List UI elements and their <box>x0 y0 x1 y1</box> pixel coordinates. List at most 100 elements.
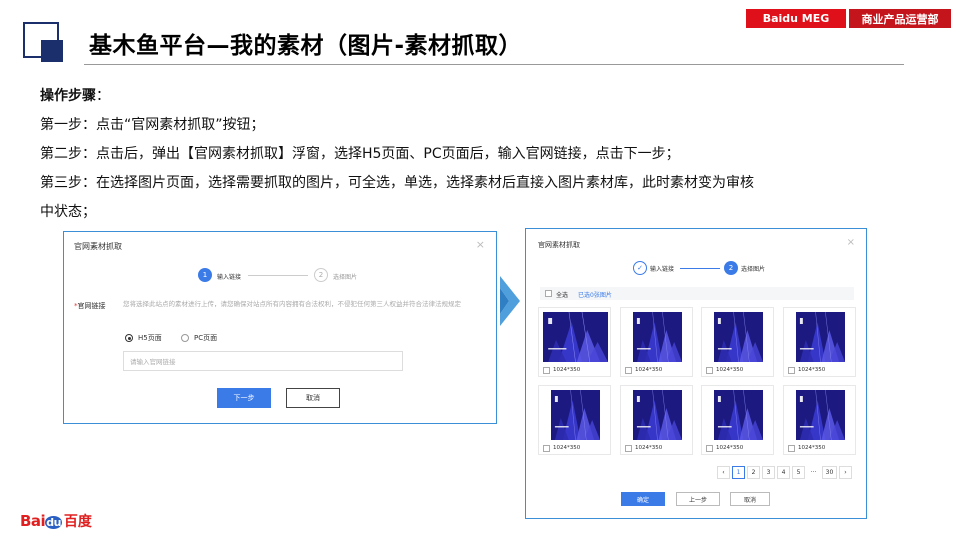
image-card[interactable]: 1024*350 <box>701 385 774 455</box>
thumbnail-art <box>796 390 845 440</box>
step-line-4: 中状态； <box>40 204 96 220</box>
image-thumbnail <box>543 312 608 362</box>
cancel-button[interactable]: 取消 <box>730 492 770 506</box>
step-connector <box>248 275 308 276</box>
chevron-right-icon[interactable]: › <box>839 466 852 479</box>
thumbnail-art <box>543 312 608 362</box>
steps-heading-text: 操作步骤 <box>40 88 96 104</box>
thumbnail-art <box>714 312 763 362</box>
image-card[interactable]: 1024*350 <box>783 307 856 377</box>
step-line-2: 第二步：点击后，弹出【官网素材抓取】浮窗，选择H5页面、PC页面后，输入官网链接… <box>40 146 680 162</box>
radio-h5[interactable] <box>125 334 133 342</box>
select-all-checkbox[interactable] <box>545 290 552 297</box>
image-checkbox[interactable] <box>543 445 550 452</box>
image-checkbox[interactable] <box>625 445 632 452</box>
step-1-label: 输入链接 <box>217 274 242 281</box>
thumbnail-art <box>714 390 763 440</box>
step-connector <box>680 268 720 269</box>
next-step-button[interactable]: 下一步 <box>217 388 271 408</box>
page-4[interactable]: 4 <box>777 466 790 479</box>
close-icon[interactable]: × <box>476 238 485 251</box>
thumbnail-art <box>633 390 682 440</box>
image-checkbox[interactable] <box>543 367 550 374</box>
url-field-label: *官网链接 <box>74 301 106 311</box>
check-icon: ✓ <box>633 261 647 275</box>
image-thumbnail <box>796 312 845 362</box>
page-1[interactable]: 1 <box>732 466 745 479</box>
image-checkbox[interactable] <box>706 367 713 374</box>
close-icon[interactable]: × <box>847 237 855 248</box>
step-line-1: 第一步：点击“官网素材抓取”按钮； <box>40 117 265 133</box>
step-2-indicator: 2 <box>724 261 738 275</box>
instruction-steps: 操作步骤： 第一步：点击“官网素材抓取”按钮； 第二步：点击后，弹出【官网素材抓… <box>40 82 880 227</box>
baidu-logo-en: Baidu <box>20 512 62 530</box>
baidu-logo-bai: Bai <box>20 512 46 530</box>
cancel-button[interactable]: 取消 <box>286 388 340 408</box>
image-thumbnail <box>551 390 600 440</box>
image-size: 1024*350 <box>798 367 826 373</box>
image-checkbox[interactable] <box>625 367 632 374</box>
image-thumbnail <box>714 390 763 440</box>
url-input-placeholder: 请输入官网链接 <box>130 358 176 366</box>
baidu-logo-paw: du <box>45 516 62 529</box>
image-size: 1024*350 <box>553 367 581 373</box>
official-url-input[interactable]: 请输入官网链接 <box>123 351 403 371</box>
page-3[interactable]: 3 <box>762 466 775 479</box>
page-title: 基木鱼平台—我的素材（图片-素材抓取） <box>89 33 523 59</box>
radio-pc-label: PC页面 <box>194 334 218 342</box>
image-card[interactable]: 1024*350 <box>783 385 856 455</box>
image-checkbox[interactable] <box>788 445 795 452</box>
image-card[interactable]: 1024*350 <box>538 385 611 455</box>
image-thumbnail <box>714 312 763 362</box>
image-checkbox[interactable] <box>706 445 713 452</box>
select-all-label: 全选 <box>556 292 569 299</box>
page-last[interactable]: 30 <box>822 466 837 479</box>
department-tag: 商业产品运营部 <box>849 9 951 28</box>
baidu-logo-cn: 百度 <box>63 514 92 530</box>
selected-count: 已选0张图片 <box>578 292 612 299</box>
url-field-label-text: 官网链接 <box>77 302 106 310</box>
title-decoration <box>23 22 65 64</box>
dialog-title: 官网素材抓取 <box>74 242 122 251</box>
dialog-select-images-screenshot: 官网素材抓取 × ✓ 输入链接 2 选择图片 全选 已选0张图片 1024*35… <box>525 228 867 519</box>
thumbnail-art <box>551 390 600 440</box>
image-size: 1024*350 <box>635 445 663 451</box>
step-1-indicator: 1 <box>198 268 212 282</box>
radio-pc[interactable] <box>181 334 189 342</box>
image-size: 1024*350 <box>635 367 663 373</box>
step-2-label: 选择图片 <box>333 274 358 281</box>
page-2[interactable]: 2 <box>747 466 760 479</box>
pagination-ellipsis: ··· <box>810 469 817 476</box>
dialog-title: 官网素材抓取 <box>538 241 580 249</box>
title-divider <box>84 64 904 65</box>
page-5[interactable]: 5 <box>792 466 805 479</box>
image-card[interactable]: 1024*350 <box>701 307 774 377</box>
baidu-logo: Baidu 百度 <box>20 511 92 531</box>
image-size: 1024*350 <box>716 367 744 373</box>
selection-bar: 全选 已选0张图片 <box>540 287 854 300</box>
step-2-label: 选择图片 <box>741 266 766 273</box>
decoration-square-filled <box>41 40 63 62</box>
image-thumbnail <box>796 390 845 440</box>
steps-heading-colon: ： <box>96 88 110 104</box>
previous-step-button[interactable]: 上一步 <box>676 492 720 506</box>
step-line-3: 第三步：在选择图片页面，选择需要抓取的图片，可全选，单选，选择素材后直接入图片素… <box>40 175 754 191</box>
step-2-indicator: 2 <box>314 268 328 282</box>
image-size: 1024*350 <box>553 445 581 451</box>
thumbnail-art <box>633 312 682 362</box>
confirm-button[interactable]: 确定 <box>621 492 665 506</box>
image-card[interactable]: 1024*350 <box>620 307 693 377</box>
image-card[interactable]: 1024*350 <box>620 385 693 455</box>
radio-h5-label: H5页面 <box>138 334 162 342</box>
image-thumbnail <box>633 390 682 440</box>
image-card[interactable]: 1024*350 <box>538 307 611 377</box>
image-thumbnail <box>633 312 682 362</box>
thumbnail-art <box>796 312 845 362</box>
copyright-hint: 您将选择此站点的素材进行上传，请您确保对站点所有内容拥有合法权利，不侵犯任何第三… <box>123 300 461 308</box>
arrow-right-icon <box>500 276 520 326</box>
step-1-label: 输入链接 <box>650 266 675 273</box>
company-tag: Baidu MEG <box>746 9 846 28</box>
chevron-left-icon[interactable]: ‹ <box>717 466 730 479</box>
image-checkbox[interactable] <box>788 367 795 374</box>
steps-heading: 操作步骤： <box>40 82 880 111</box>
